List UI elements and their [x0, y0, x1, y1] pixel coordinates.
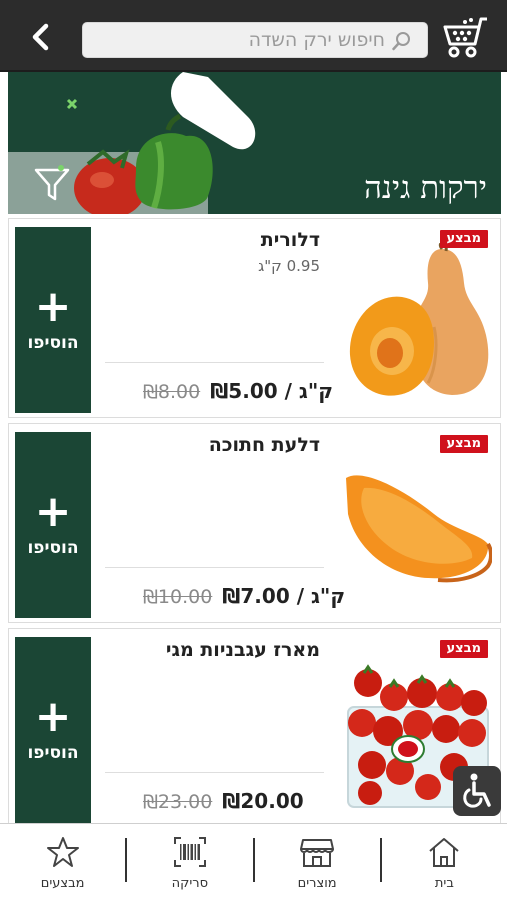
- nav-label: סריקה: [171, 876, 209, 891]
- price-row: ₪10.00 ₪7.00 / ק"ג: [143, 584, 345, 608]
- home-icon: [429, 838, 460, 867]
- sale-price: ₪5.00 / ק"ג: [210, 379, 333, 403]
- nav-home[interactable]: בית: [382, 824, 507, 900]
- old-price: ₪8.00: [143, 381, 201, 403]
- top-bar: [0, 0, 507, 72]
- sale-price: ₪20.00: [222, 789, 304, 813]
- add-to-cart-button[interactable]: + הוסיפו: [15, 637, 91, 823]
- product-name: דלורית: [260, 229, 320, 251]
- plus-icon: +: [34, 486, 72, 537]
- filter-funnel-icon: [34, 165, 70, 201]
- search-input[interactable]: [83, 23, 427, 57]
- product-name: דלעת חתוכה: [208, 434, 320, 456]
- cut-pumpkin-image: [346, 475, 492, 583]
- divider: [105, 567, 324, 568]
- search-box[interactable]: [82, 22, 428, 58]
- star-icon: [46, 837, 79, 867]
- add-label: הוסיפו: [27, 743, 79, 763]
- add-label: הוסיפו: [27, 333, 79, 353]
- accessibility-button[interactable]: [453, 766, 501, 816]
- product-list: + הוסיפו דלורית 0.95 ק"ג ₪8.00 ₪5.00 / ק…: [8, 218, 501, 833]
- old-price: ₪10.00: [143, 586, 213, 608]
- sale-badge: מבצע: [439, 435, 488, 453]
- barcode-icon: [173, 837, 206, 867]
- nav-deals[interactable]: מבצעים: [0, 824, 125, 900]
- plus-icon: +: [34, 281, 72, 332]
- nav-products[interactable]: מוצרים: [255, 824, 380, 900]
- chevron-left-icon: [32, 23, 49, 51]
- filter-button[interactable]: [32, 164, 72, 204]
- butternut-squash-image: [349, 243, 489, 396]
- nav-label: בית: [434, 876, 454, 891]
- product-name: מארז עגבניות מגי: [165, 639, 320, 661]
- add-to-cart-button[interactable]: + הוסיפו: [15, 227, 91, 413]
- search-icon[interactable]: [391, 30, 413, 52]
- price-row: ₪23.00 ₪20.00: [143, 789, 304, 813]
- add-to-cart-button[interactable]: + הוסיפו: [15, 432, 91, 618]
- nav-label: מבצעים: [40, 876, 85, 891]
- sale-badge: מבצע: [439, 640, 488, 658]
- back-button[interactable]: [24, 20, 58, 54]
- store-icon: [300, 839, 335, 867]
- nav-label: מוצרים: [297, 876, 337, 891]
- divider: [105, 772, 324, 773]
- wheelchair-icon: [463, 773, 491, 808]
- product-card[interactable]: + הוסיפו מארז עגבניות מגי ₪23.00 ₪20.00: [8, 628, 501, 828]
- add-label: הוסיפו: [27, 538, 79, 558]
- plus-icon: +: [34, 691, 72, 742]
- category-title: ירקות גינה: [364, 170, 487, 206]
- divider: [105, 362, 324, 363]
- category-banner: ירקות גינה: [8, 72, 501, 214]
- old-price: ₪23.00: [143, 791, 213, 813]
- product-card[interactable]: + הוסיפו דלורית 0.95 ק"ג ₪8.00 ₪5.00 / ק…: [8, 218, 501, 418]
- shopping-cart-icon: [443, 17, 487, 58]
- sale-badge: מבצע: [439, 230, 488, 248]
- cart-button[interactable]: [440, 14, 492, 62]
- product-weight: 0.95 ק"ג: [258, 257, 320, 275]
- bottom-nav: מבצעים סריקה מוצרים בית: [0, 823, 507, 900]
- price-row: ₪8.00 ₪5.00 / ק"ג: [143, 379, 333, 403]
- sale-price: ₪7.00 / ק"ג: [222, 584, 346, 608]
- product-card[interactable]: + הוסיפו דלעת חתוכה ₪10.00 ₪7.00 / ק"ג מ…: [8, 423, 501, 623]
- nav-scan[interactable]: סריקה: [127, 824, 252, 900]
